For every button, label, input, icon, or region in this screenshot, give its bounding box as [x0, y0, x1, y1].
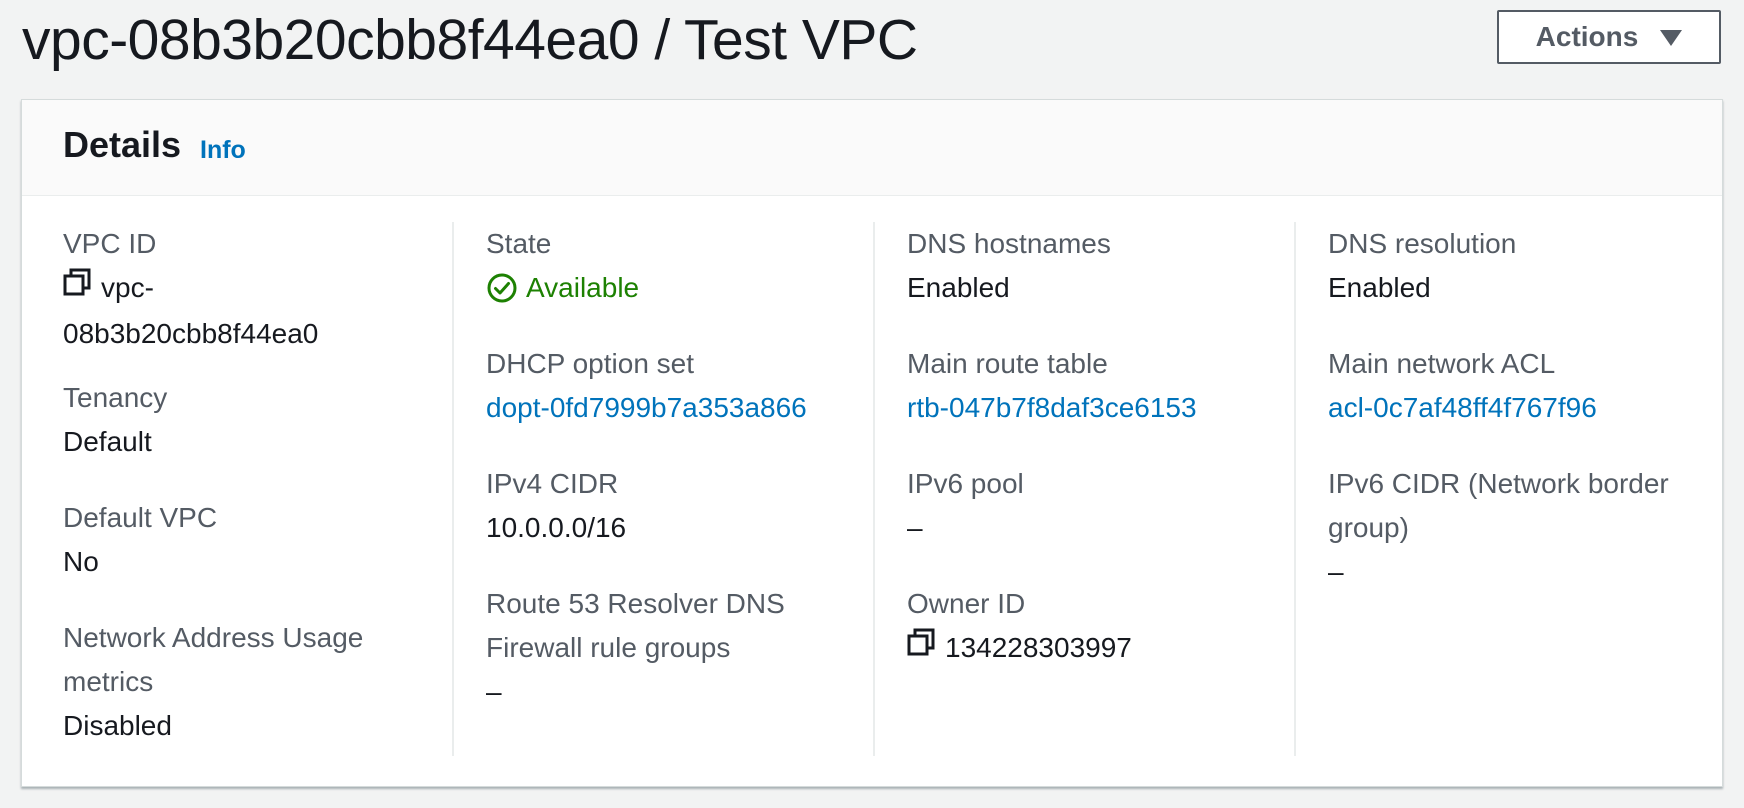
nau-metrics-value: Disabled — [63, 710, 172, 741]
ipv6-cidr-value: – — [1328, 556, 1344, 587]
vpc-id-value-line2: 08b3b20cbb8f44ea0 — [63, 317, 319, 349]
vpc-id-field: VPC ID vpc- 08b3b20cbb8f44ea0 — [63, 222, 443, 356]
caret-down-icon — [1660, 30, 1683, 46]
ipv4-cidr-value: 10.0.0.0/16 — [486, 512, 627, 543]
owner-id-label: Owner ID — [907, 588, 1026, 619]
copy-icon[interactable] — [63, 265, 91, 309]
details-column-1: VPC ID vpc- 08b3b20cbb8f44ea0 Tenancy De… — [63, 222, 443, 756]
default-vpc-label: Default VPC — [63, 502, 218, 533]
details-panel: Details Info VPC ID vpc- 08b3b20cbb8f44e… — [21, 99, 1723, 787]
details-title: Details — [63, 124, 182, 165]
route53-firewall-field: Route 53 Resolver DNS Firewall rule grou… — [486, 582, 873, 714]
main-network-acl-field: Main network ACL acl-0c7af48ff4f767f96 — [1328, 342, 1714, 430]
state-value: Available — [486, 266, 873, 310]
nau-metrics-label: Network Address Usage metrics — [63, 616, 443, 704]
vpc-id-value: vpc- 08b3b20cbb8f44ea0 — [63, 266, 443, 356]
ipv6-pool-label: IPv6 pool — [907, 468, 1024, 499]
owner-id-field: Owner ID 134228303997 — [907, 582, 1294, 672]
ipv6-cidr-label: IPv6 CIDR (Network border group) — [1328, 462, 1714, 550]
tenancy-label: Tenancy — [63, 382, 168, 413]
copy-icon[interactable] — [907, 625, 935, 669]
nau-metrics-field: Network Address Usage metrics Disabled — [63, 616, 443, 748]
dhcp-option-set-link[interactable]: dopt-0fd7999b7a353a866 — [486, 386, 873, 430]
main-network-acl-label: Main network ACL — [1328, 348, 1556, 379]
ipv6-pool-value: – — [907, 512, 923, 543]
state-value-text: Available — [526, 272, 640, 303]
tenancy-field: Tenancy Default — [63, 376, 443, 464]
owner-id-value-text: 134228303997 — [945, 632, 1132, 663]
dns-hostnames-value: Enabled — [907, 272, 1010, 303]
ipv6-cidr-label-line2: group) — [1328, 512, 1409, 543]
default-vpc-value: No — [63, 546, 99, 577]
state-label: State — [486, 228, 552, 259]
dhcp-label: DHCP option set — [486, 348, 695, 379]
main-network-acl-link[interactable]: acl-0c7af48ff4f767f96 — [1328, 386, 1714, 430]
dns-hostnames-label: DNS hostnames — [907, 228, 1111, 259]
r53-label-line1: Route 53 Resolver DNS — [486, 588, 785, 619]
default-vpc-field: Default VPC No — [63, 496, 443, 584]
actions-button[interactable]: Actions — [1497, 10, 1721, 64]
vpc-id-label: VPC ID — [63, 228, 157, 259]
details-column-4: DNS resolution Enabled Main network ACL … — [1294, 222, 1714, 756]
dns-resolution-label: DNS resolution — [1328, 228, 1517, 259]
details-column-3: DNS hostnames Enabled Main route table r… — [873, 222, 1294, 756]
nau-label-line2: metrics — [63, 666, 154, 697]
info-link[interactable]: Info — [200, 130, 246, 170]
dhcp-field: DHCP option set dopt-0fd7999b7a353a866 — [486, 342, 873, 430]
owner-id-value: 134228303997 — [907, 626, 1294, 672]
actions-label: Actions — [1535, 21, 1639, 52]
route53-firewall-label: Route 53 Resolver DNS Firewall rule grou… — [486, 582, 873, 670]
dns-resolution-value: Enabled — [1328, 272, 1431, 303]
dns-hostnames-field: DNS hostnames Enabled — [907, 222, 1294, 310]
state-field: State Available — [486, 222, 873, 310]
route53-firewall-value: – — [486, 676, 502, 707]
vpc-id-value-line1: vpc- — [101, 272, 154, 303]
ipv6-pool-field: IPv6 pool – — [907, 462, 1294, 550]
main-route-table-field: Main route table rtb-047b7f8daf3ce6153 — [907, 342, 1294, 430]
main-route-table-label: Main route table — [907, 348, 1108, 379]
ipv6-cidr-label-line1: IPv6 CIDR (Network border — [1328, 468, 1669, 499]
tenancy-value: Default — [63, 426, 152, 457]
ipv4-cidr-label: IPv4 CIDR — [486, 468, 619, 499]
ipv4-cidr-field: IPv4 CIDR 10.0.0.0/16 — [486, 462, 873, 550]
dns-resolution-field: DNS resolution Enabled — [1328, 222, 1714, 310]
ipv6-cidr-field: IPv6 CIDR (Network border group) – — [1328, 462, 1714, 594]
main-route-table-link[interactable]: rtb-047b7f8daf3ce6153 — [907, 386, 1294, 430]
details-header: Details Info — [22, 100, 1722, 196]
details-column-2: State Available DHCP option set dopt-0fd… — [452, 222, 873, 756]
nau-label-line1: Network Address Usage — [63, 622, 364, 653]
page-title: vpc-08b3b20cbb8f44ea0 / Test VPC — [22, 8, 918, 72]
r53-label-line2: Firewall rule groups — [486, 632, 731, 663]
check-circle-icon — [486, 272, 518, 304]
